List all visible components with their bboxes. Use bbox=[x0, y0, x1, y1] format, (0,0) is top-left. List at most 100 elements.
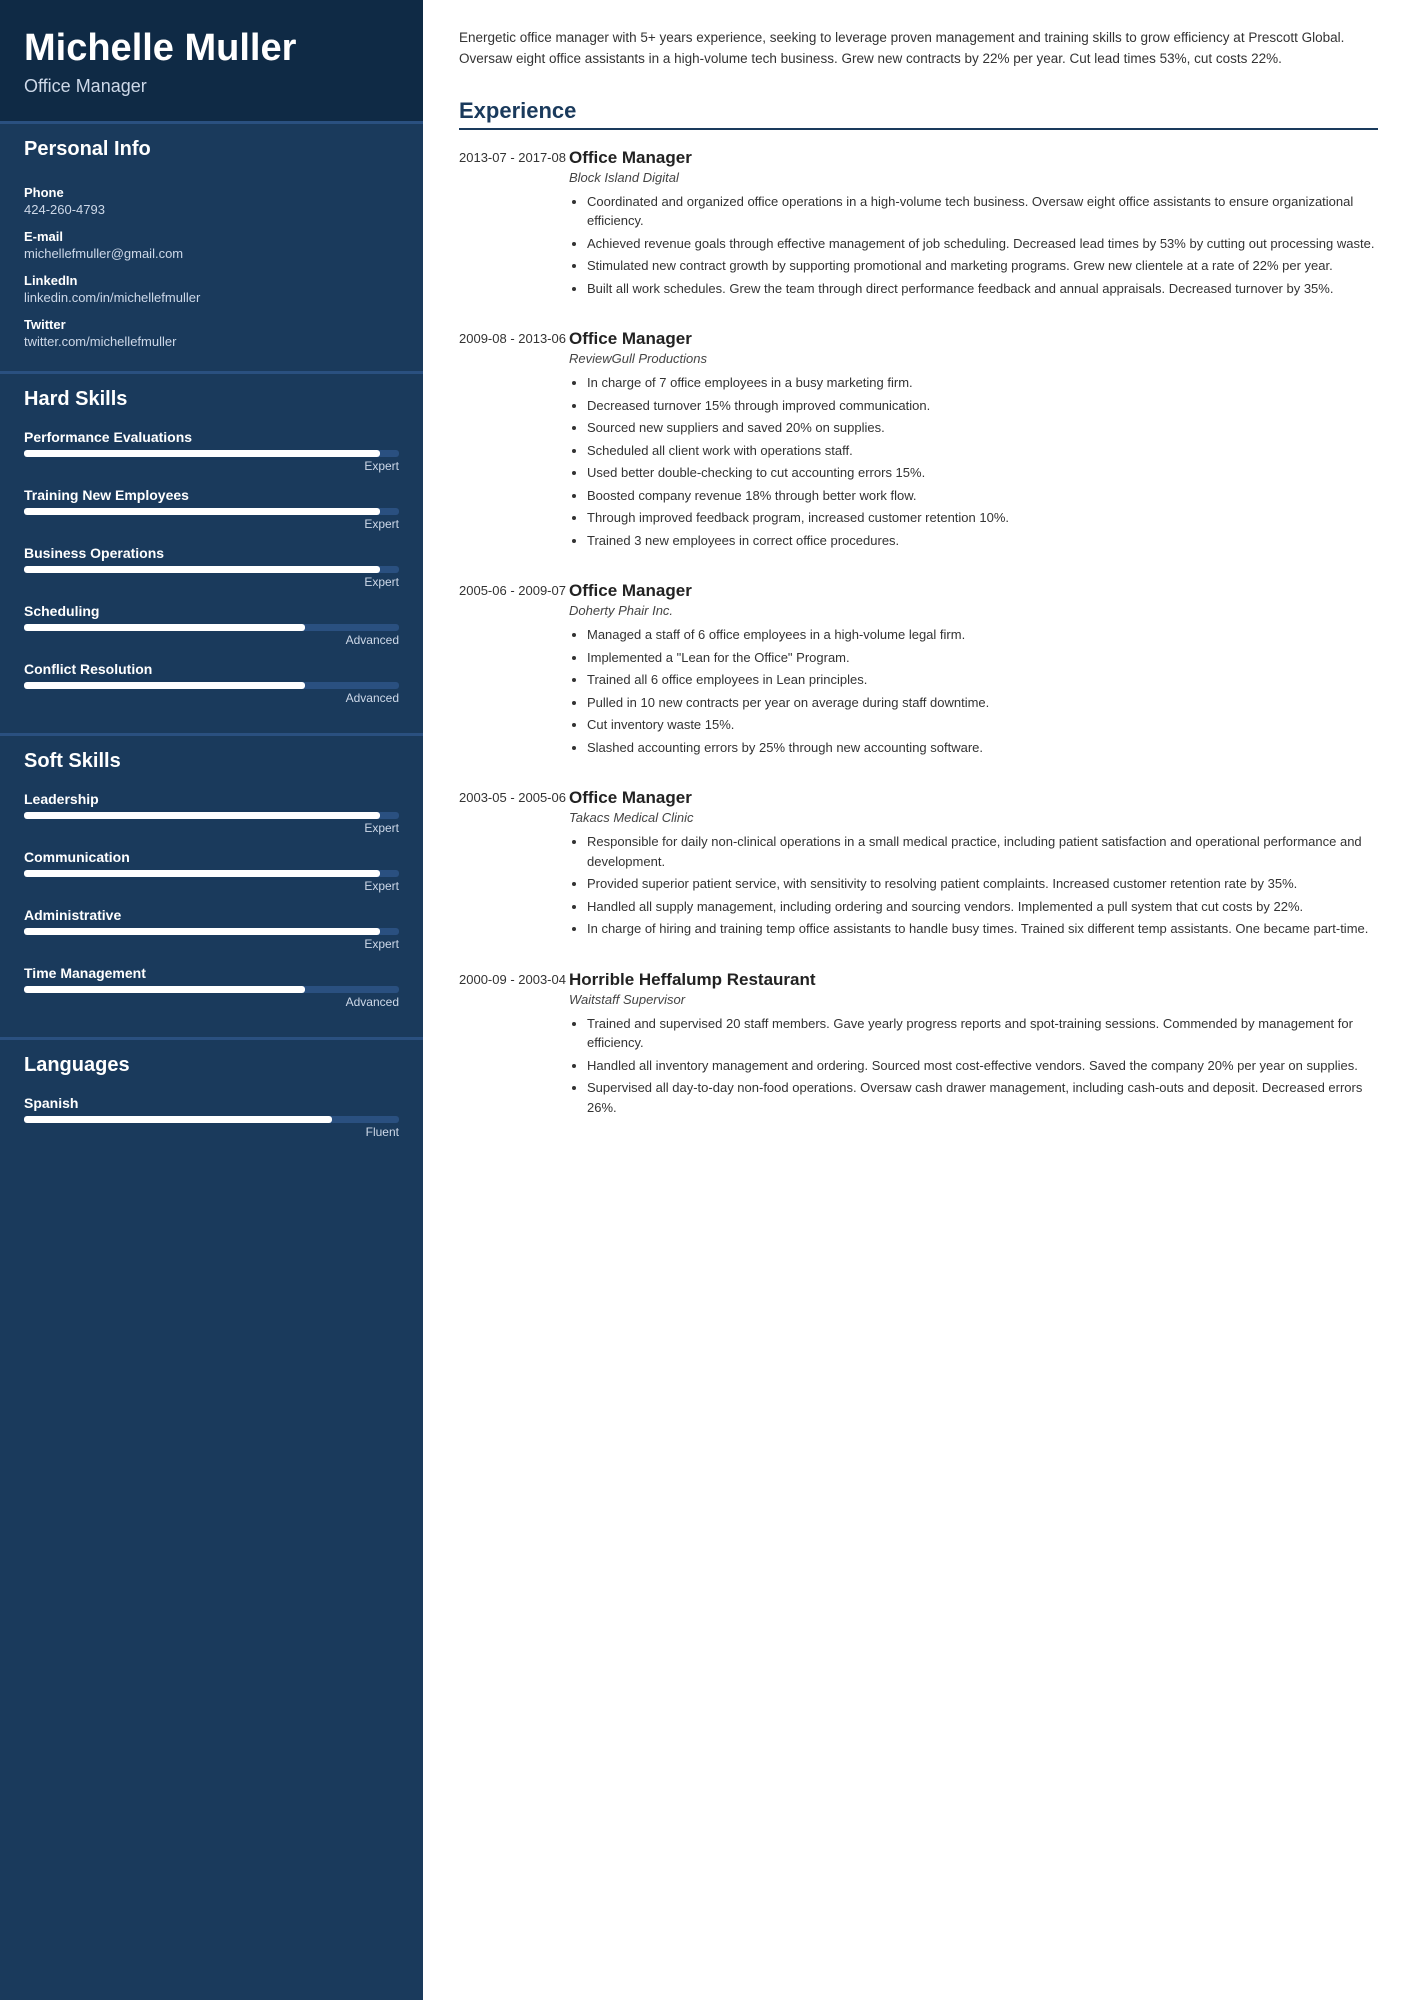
skill-name: Scheduling bbox=[24, 603, 399, 619]
email-label: E-mail bbox=[24, 229, 399, 244]
skill-name: Conflict Resolution bbox=[24, 661, 399, 677]
bullet: Managed a staff of 6 office employees in… bbox=[587, 625, 1378, 645]
exp-bullets-5: Trained and supervised 20 staff members.… bbox=[569, 1014, 1378, 1118]
skill-administrative: Administrative Expert bbox=[24, 907, 399, 951]
resume-container: Michelle Muller Office Manager Personal … bbox=[0, 0, 1414, 2000]
skill-bar-fill bbox=[24, 928, 380, 935]
exp-bullets-1: Coordinated and organized office operati… bbox=[569, 192, 1378, 299]
skill-level: Expert bbox=[24, 517, 399, 531]
bullet: Trained 3 new employees in correct offic… bbox=[587, 531, 1378, 551]
bullet: Coordinated and organized office operati… bbox=[587, 192, 1378, 231]
bullet: Handled all supply management, including… bbox=[587, 897, 1378, 917]
language-name: Spanish bbox=[24, 1095, 399, 1111]
skill-bar-fill bbox=[24, 1116, 332, 1123]
bullet: Responsible for daily non-clinical opera… bbox=[587, 832, 1378, 871]
skill-level: Expert bbox=[24, 575, 399, 589]
personal-info-heading: Personal Info bbox=[0, 121, 423, 171]
bullet: Stimulated new contract growth by suppor… bbox=[587, 256, 1378, 276]
bullet: Through improved feedback program, incre… bbox=[587, 508, 1378, 528]
bullet: Trained and supervised 20 staff members.… bbox=[587, 1014, 1378, 1053]
main-content: Energetic office manager with 5+ years e… bbox=[423, 0, 1414, 2000]
exp-job-title-4: Office Manager bbox=[569, 788, 1378, 808]
skill-bar-bg bbox=[24, 928, 399, 935]
exp-body-5: Horrible Heffalump Restaurant Waitstaff … bbox=[569, 970, 1378, 1121]
soft-skills-heading: Soft Skills bbox=[0, 733, 423, 783]
exp-job-title-2: Office Manager bbox=[569, 329, 1378, 349]
bullet: Built all work schedules. Grew the team … bbox=[587, 279, 1378, 299]
exp-entry-3: 2005-06 - 2009-07 Office Manager Doherty… bbox=[459, 581, 1378, 760]
info-phone: Phone 424-260-4793 bbox=[24, 185, 399, 217]
skill-performance-evaluations: Performance Evaluations Expert bbox=[24, 429, 399, 473]
sidebar: Michelle Muller Office Manager Personal … bbox=[0, 0, 423, 2000]
exp-body-3: Office Manager Doherty Phair Inc. Manage… bbox=[569, 581, 1378, 760]
skill-bar-fill bbox=[24, 624, 305, 631]
skill-bar-fill bbox=[24, 986, 305, 993]
bullet: Boosted company revenue 18% through bett… bbox=[587, 486, 1378, 506]
info-twitter: Twitter twitter.com/michellefmuller bbox=[24, 317, 399, 349]
exp-bullets-2: In charge of 7 office employees in a bus… bbox=[569, 373, 1378, 550]
summary-text: Energetic office manager with 5+ years e… bbox=[459, 28, 1378, 70]
skill-spanish: Spanish Fluent bbox=[24, 1095, 399, 1139]
experience-heading: Experience bbox=[459, 98, 1378, 130]
bullet: Provided superior patient service, with … bbox=[587, 874, 1378, 894]
sidebar-header: Michelle Muller Office Manager bbox=[0, 0, 423, 121]
skill-bar-fill bbox=[24, 566, 380, 573]
phone-label: Phone bbox=[24, 185, 399, 200]
info-email: E-mail michellefmuller@gmail.com bbox=[24, 229, 399, 261]
exp-entry-2: 2009-08 - 2013-06 Office Manager ReviewG… bbox=[459, 329, 1378, 553]
exp-bullets-4: Responsible for daily non-clinical opera… bbox=[569, 832, 1378, 939]
bullet: Decreased turnover 15% through improved … bbox=[587, 396, 1378, 416]
linkedin-value: linkedin.com/in/michellefmuller bbox=[24, 290, 399, 305]
bullet: Used better double-checking to cut accou… bbox=[587, 463, 1378, 483]
skill-level: Advanced bbox=[24, 691, 399, 705]
bullet: Trained all 6 office employees in Lean p… bbox=[587, 670, 1378, 690]
skill-bar-bg bbox=[24, 870, 399, 877]
hard-skills-section: Performance Evaluations Expert Training … bbox=[0, 421, 423, 733]
skill-training-new-employees: Training New Employees Expert bbox=[24, 487, 399, 531]
skill-name: Communication bbox=[24, 849, 399, 865]
skill-bar-fill bbox=[24, 450, 380, 457]
phone-value: 424-260-4793 bbox=[24, 202, 399, 217]
skill-name: Time Management bbox=[24, 965, 399, 981]
skill-level: Expert bbox=[24, 821, 399, 835]
skill-level: Advanced bbox=[24, 633, 399, 647]
skill-bar-bg bbox=[24, 986, 399, 993]
exp-dates-1: 2013-07 - 2017-08 bbox=[459, 148, 569, 302]
personal-info-section: Phone 424-260-4793 E-mail michellefmulle… bbox=[0, 171, 423, 371]
exp-company-1: Block Island Digital bbox=[569, 170, 1378, 185]
exp-entry-4: 2003-05 - 2005-06 Office Manager Takacs … bbox=[459, 788, 1378, 942]
skill-bar-bg bbox=[24, 624, 399, 631]
exp-dates-5: 2000-09 - 2003-04 bbox=[459, 970, 569, 1121]
exp-job-title-1: Office Manager bbox=[569, 148, 1378, 168]
skill-time-management: Time Management Advanced bbox=[24, 965, 399, 1009]
skill-name: Performance Evaluations bbox=[24, 429, 399, 445]
skill-name: Leadership bbox=[24, 791, 399, 807]
skill-conflict-resolution: Conflict Resolution Advanced bbox=[24, 661, 399, 705]
linkedin-label: LinkedIn bbox=[24, 273, 399, 288]
exp-dates-4: 2003-05 - 2005-06 bbox=[459, 788, 569, 942]
email-value: michellefmuller@gmail.com bbox=[24, 246, 399, 261]
hard-skills-heading: Hard Skills bbox=[0, 371, 423, 421]
bullet: Supervised all day-to-day non-food opera… bbox=[587, 1078, 1378, 1117]
exp-body-4: Office Manager Takacs Medical Clinic Res… bbox=[569, 788, 1378, 942]
skill-level: Expert bbox=[24, 879, 399, 893]
exp-job-title-5: Horrible Heffalump Restaurant bbox=[569, 970, 1378, 990]
exp-dates-2: 2009-08 - 2013-06 bbox=[459, 329, 569, 553]
bullet: Cut inventory waste 15%. bbox=[587, 715, 1378, 735]
exp-entry-5: 2000-09 - 2003-04 Horrible Heffalump Res… bbox=[459, 970, 1378, 1121]
candidate-title: Office Manager bbox=[24, 76, 399, 97]
skill-name: Business Operations bbox=[24, 545, 399, 561]
bullet: Handled all inventory management and ord… bbox=[587, 1056, 1378, 1076]
bullet: Implemented a "Lean for the Office" Prog… bbox=[587, 648, 1378, 668]
info-linkedin: LinkedIn linkedin.com/in/michellefmuller bbox=[24, 273, 399, 305]
skill-bar-bg bbox=[24, 450, 399, 457]
skill-name: Training New Employees bbox=[24, 487, 399, 503]
skill-level: Fluent bbox=[24, 1125, 399, 1139]
twitter-value: twitter.com/michellefmuller bbox=[24, 334, 399, 349]
exp-dates-3: 2005-06 - 2009-07 bbox=[459, 581, 569, 760]
exp-entry-1: 2013-07 - 2017-08 Office Manager Block I… bbox=[459, 148, 1378, 302]
skill-level: Expert bbox=[24, 937, 399, 951]
skill-bar-fill bbox=[24, 682, 305, 689]
bullet: Achieved revenue goals through effective… bbox=[587, 234, 1378, 254]
skill-bar-bg bbox=[24, 682, 399, 689]
